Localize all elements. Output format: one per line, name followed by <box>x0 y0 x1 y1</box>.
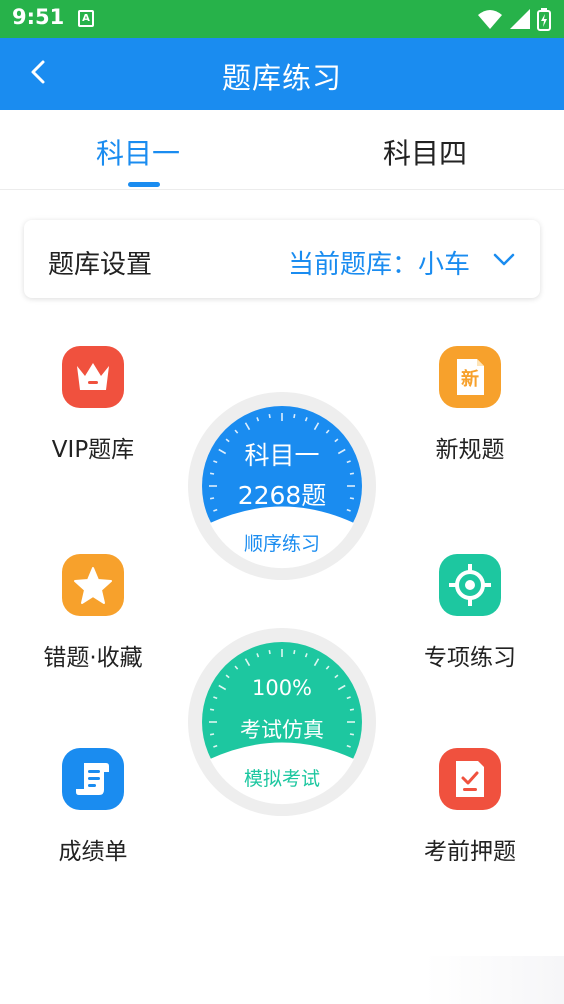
status-time: 9:51 <box>12 5 65 29</box>
special-practice-button[interactable]: 专项练习 <box>389 554 549 684</box>
dial-tick <box>268 649 271 655</box>
dial-tick <box>268 413 271 419</box>
star-icon <box>62 554 124 616</box>
app-bar: 题库练习 <box>0 38 564 110</box>
wifi-icon <box>478 10 502 29</box>
mock-exam-dial[interactable]: 100% 考试仿真 模拟考试 <box>188 628 376 816</box>
sequential-practice-dial[interactable]: 科目一 2268题 顺序练习 <box>188 392 376 580</box>
tab-subject-one[interactable]: 科目一 <box>96 132 180 172</box>
settings-label: 题库设置 <box>48 250 153 280</box>
special-practice-label: 专项练习 <box>424 645 516 671</box>
mock-simulation: 考试仿真 <box>240 718 324 742</box>
score-report-label: 成绩单 <box>58 839 128 865</box>
score-report-button[interactable]: 成绩单 <box>12 748 172 878</box>
crown-icon <box>62 346 124 408</box>
sequential-count: 2268题 <box>237 481 327 510</box>
dial-tick <box>293 649 296 655</box>
dial-tick <box>349 472 355 475</box>
scroll-icon <box>62 748 124 810</box>
chevron-down-icon <box>493 253 515 266</box>
status-bar: 9:51 A <box>0 0 564 38</box>
subject-tabs: 科目一 科目四 <box>0 110 564 190</box>
notification-icon: A <box>78 10 94 27</box>
sequential-practice-label: 顺序练习 <box>243 533 320 555</box>
dial-tick <box>293 413 296 419</box>
current-bank-value: 当前题库：小车 <box>287 250 470 280</box>
dial-tick <box>209 472 215 475</box>
pre-exam-button[interactable]: 考前押题 <box>389 748 549 878</box>
new-doc-icon: 新 <box>439 346 501 408</box>
vip-bank-label: VIP题库 <box>51 437 135 463</box>
mistakes-favorites-label: 错题·收藏 <box>43 645 143 671</box>
signal-icon <box>510 9 530 29</box>
nav-bar-shadow <box>424 956 564 1004</box>
sequential-subject: 科目一 <box>244 441 320 470</box>
battery-icon <box>537 8 551 31</box>
checklist-icon <box>439 748 501 810</box>
mock-exam-label: 模拟考试 <box>243 768 320 790</box>
tab-subject-four[interactable]: 科目四 <box>383 132 467 172</box>
mock-percent: 100% <box>251 676 313 700</box>
pre-exam-label: 考前押题 <box>424 839 516 865</box>
new-rules-label: 新规题 <box>435 437 505 463</box>
dial-tick <box>349 708 355 711</box>
new-doc-text: 新 <box>461 369 479 390</box>
question-bank-settings[interactable]: 题库设置 当前题库：小车 <box>24 220 540 298</box>
active-tab-indicator <box>128 182 160 187</box>
new-rules-button[interactable]: 新 新规题 <box>389 346 549 476</box>
mistakes-favorites-button[interactable]: 错题·收藏 <box>12 554 172 684</box>
page-title: 题库练习 <box>221 61 342 95</box>
dial-tick <box>209 708 215 711</box>
target-icon <box>439 554 501 616</box>
vip-bank-button[interactable]: VIP题库 <box>12 346 172 476</box>
status-icons <box>478 8 551 31</box>
